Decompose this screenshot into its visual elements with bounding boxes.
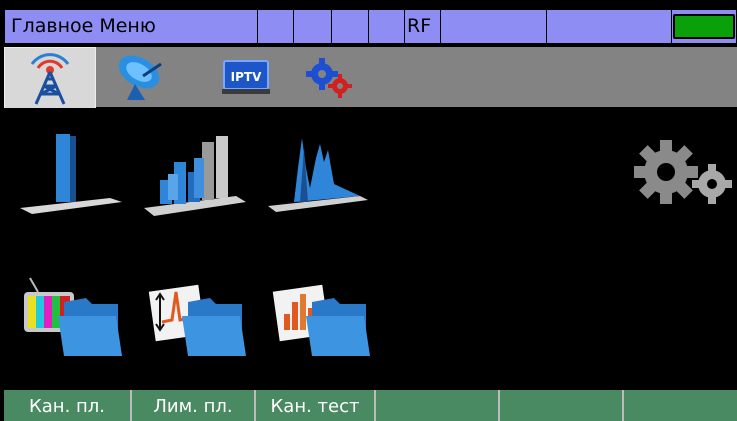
tab-satellite[interactable] — [96, 47, 188, 107]
softkey-bar: Кан. пл. Лим. пл. Кан. тест — [4, 390, 737, 421]
tab-strip: IPTV — [4, 47, 737, 108]
settings-gears-icon — [306, 58, 352, 98]
limit-plan-folder-tile[interactable] — [142, 272, 252, 362]
status-bar: Главное Меню RF — [4, 9, 737, 44]
satellite-dish-icon — [118, 55, 162, 100]
rf-label: RF — [407, 15, 432, 37]
softkey-limit-plan[interactable]: Лим. пл. — [132, 390, 256, 421]
status-cell — [546, 10, 671, 43]
softkey-channel-test[interactable]: Кан. тест — [256, 390, 376, 421]
status-cell — [293, 10, 331, 43]
multi-bar-chart-tile[interactable] — [140, 128, 250, 218]
status-cell — [440, 10, 546, 43]
softkey-4[interactable] — [376, 390, 500, 421]
limit-plan-folder-icon — [148, 284, 246, 356]
softkey-5[interactable] — [500, 390, 624, 421]
iptv-text: IPTV — [231, 70, 262, 84]
rf-cell: RF — [404, 10, 440, 43]
antenna-tower-icon — [30, 53, 70, 105]
screen-title: Главное Меню — [11, 15, 156, 37]
settings-tile[interactable] — [626, 132, 736, 222]
tv-folder-icon — [24, 277, 122, 356]
channel-test-folder-tile[interactable] — [266, 272, 376, 362]
tab-terrestrial[interactable] — [4, 47, 96, 108]
single-bar-chart-icon — [20, 134, 122, 214]
large-gears-icon — [634, 140, 732, 204]
softkey-channel-plan[interactable]: Кан. пл. — [4, 390, 132, 421]
tab-settings[interactable] — [284, 47, 376, 107]
status-cell — [368, 10, 404, 43]
channel-test-folder-icon — [272, 284, 370, 356]
channel-plan-folder-tile[interactable] — [18, 272, 128, 362]
status-cell — [331, 10, 368, 43]
spectrum-chart-tile[interactable] — [264, 128, 374, 218]
spectrum-chart-icon — [268, 138, 368, 212]
softkey-6[interactable] — [624, 390, 737, 421]
status-cell — [257, 10, 293, 43]
battery-indicator — [673, 14, 735, 39]
multi-bar-chart-icon — [144, 136, 246, 216]
single-bar-chart-tile[interactable] — [16, 128, 126, 218]
tab-iptv[interactable]: IPTV — [200, 47, 292, 107]
iptv-icon: IPTV — [222, 60, 270, 94]
